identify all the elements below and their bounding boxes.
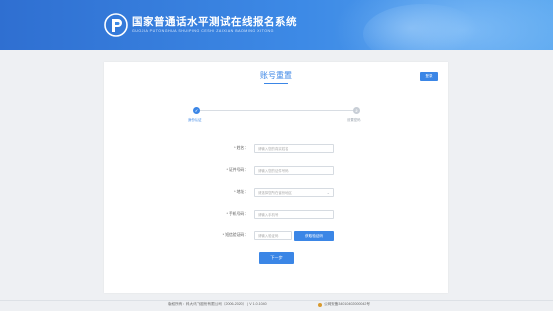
step-progress-line <box>197 110 357 111</box>
footer-icp: 公网安备34010402000042号 <box>318 302 370 307</box>
site-title: 国家普通话水平测试在线报名系统 <box>132 16 297 28</box>
login-button[interactable]: 登录 <box>420 72 438 81</box>
sms-code-label: * 短信验证码： <box>222 233 248 237</box>
site-header: 国家普通话水平测试在线报名系统 GUOJIA PUTONGHUA SHUIPIN… <box>0 0 553 50</box>
footer-icp-text: 公网安备34010402000042号 <box>324 302 370 306</box>
name-input[interactable]: 请输入您的真实姓名 <box>254 144 334 153</box>
step-1-check-icon: ✓ <box>193 107 200 114</box>
region-select[interactable]: 请选择您所在省份地区 ⌄ <box>254 188 334 197</box>
name-label: * 姓名： <box>234 146 248 150</box>
footer-divider <box>0 300 553 301</box>
reset-card: 账号重置 登录 ✓ 2 身份认证 设置密码 * 姓名： 请输入您的真实姓名 * … <box>104 62 448 293</box>
next-step-button[interactable]: 下一步 <box>259 252 294 264</box>
id-number-label: * 证件号码： <box>226 168 248 172</box>
police-badge-icon <box>318 302 322 307</box>
chevron-down-icon: ⌄ <box>326 190 330 195</box>
putonghua-logo-icon <box>104 13 128 37</box>
step-2-indicator: 2 <box>353 107 360 114</box>
region-label: * 地址： <box>234 190 248 194</box>
step-2-label: 设置密码 <box>347 118 361 122</box>
phone-input[interactable]: 请输入手机号 <box>254 210 334 219</box>
id-number-input[interactable]: 请输入您的证件号码 <box>254 166 334 175</box>
page-title: 账号重置 <box>260 71 292 80</box>
region-select-placeholder: 请选择您所在省份地区 <box>258 191 292 195</box>
site-subtitle: GUOJIA PUTONGHUA SHUIPING CESHI ZAIXIAN … <box>132 29 274 33</box>
footer-copyright: 版权所有：科大讯飞股份有限公司（2006-2020） | V 1.0.1040 <box>168 302 267 306</box>
title-underline <box>264 83 288 84</box>
step-1-label: 身份认证 <box>188 118 202 122</box>
sms-code-input[interactable]: 请输入验证码 <box>254 231 292 240</box>
phone-label: * 手机号码： <box>226 212 248 216</box>
get-code-button[interactable]: 获取验证码 <box>294 231 334 241</box>
